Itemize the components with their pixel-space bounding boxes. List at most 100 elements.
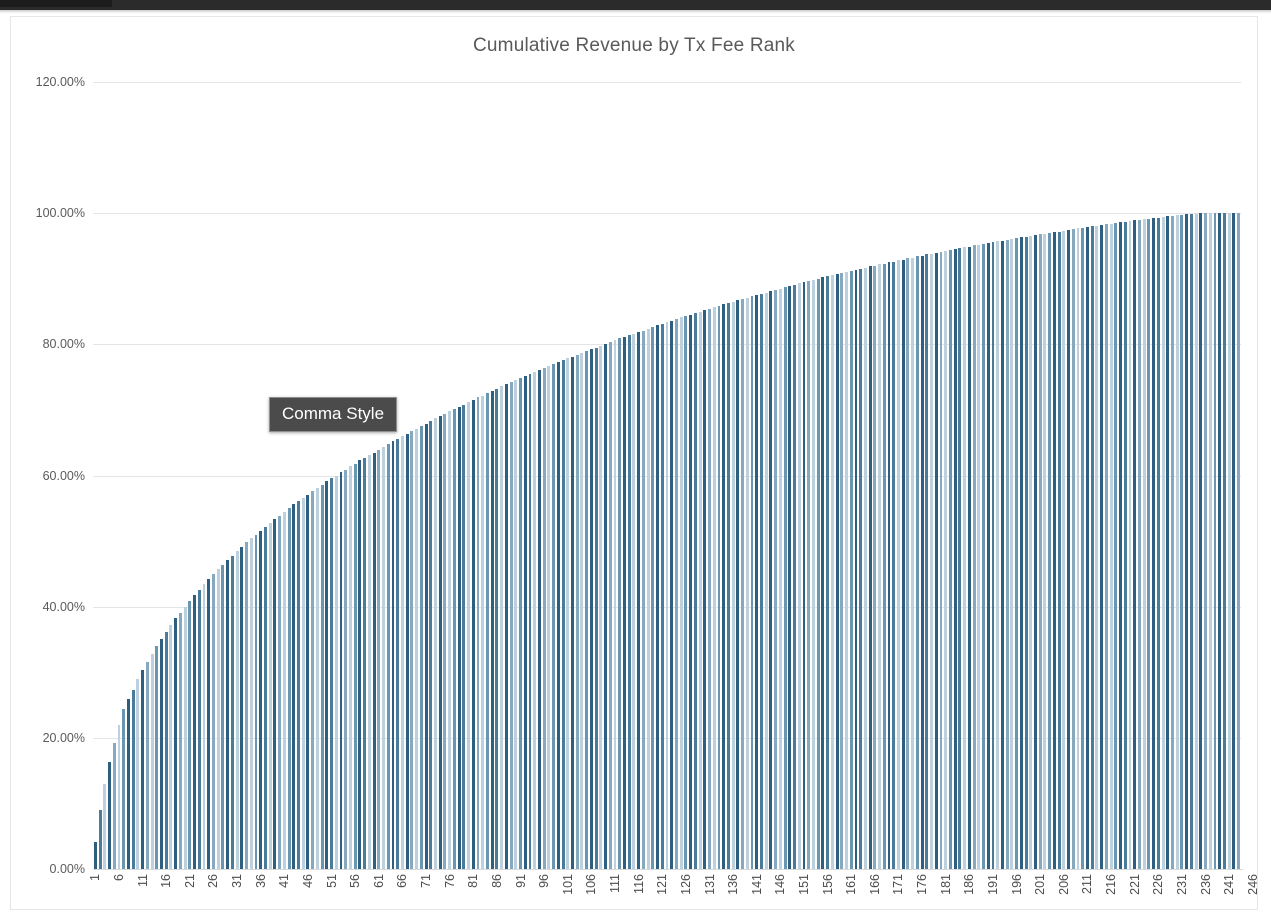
bar[interactable]	[1137, 219, 1141, 869]
bar[interactable]	[344, 469, 348, 869]
bar[interactable]	[849, 270, 853, 869]
bar[interactable]	[660, 324, 664, 869]
bar[interactable]	[816, 278, 820, 869]
bar[interactable]	[297, 501, 300, 869]
bar[interactable]	[240, 547, 244, 869]
bar[interactable]	[382, 446, 385, 869]
bar[interactable]	[958, 247, 962, 869]
bar[interactable]	[811, 280, 815, 869]
bar[interactable]	[613, 340, 617, 869]
bar[interactable]	[386, 444, 390, 869]
bar[interactable]	[589, 348, 593, 869]
bar[interactable]	[1223, 213, 1226, 869]
bar[interactable]	[126, 699, 130, 869]
bar[interactable]	[1147, 219, 1151, 869]
bar[interactable]	[429, 421, 433, 869]
bar[interactable]	[405, 433, 409, 869]
bar[interactable]	[594, 347, 598, 869]
bar[interactable]	[400, 436, 404, 869]
bar[interactable]	[377, 449, 381, 869]
bar[interactable]	[537, 369, 541, 869]
bar[interactable]	[1081, 227, 1085, 869]
bar[interactable]	[1156, 217, 1160, 869]
bar[interactable]	[415, 428, 419, 869]
bar[interactable]	[793, 284, 796, 869]
bar[interactable]	[481, 395, 485, 869]
bar[interactable]	[760, 293, 763, 869]
bar[interactable]	[1005, 240, 1009, 869]
bar[interactable]	[112, 743, 116, 869]
bar[interactable]	[906, 258, 910, 869]
bar[interactable]	[1085, 226, 1089, 869]
bar[interactable]	[802, 282, 806, 869]
bar[interactable]	[1048, 232, 1052, 869]
bar[interactable]	[1189, 213, 1193, 869]
bar[interactable]	[703, 310, 707, 869]
bar[interactable]	[1010, 238, 1014, 869]
bar[interactable]	[169, 625, 173, 869]
bar[interactable]	[245, 542, 248, 869]
bar[interactable]	[141, 670, 145, 869]
bar[interactable]	[830, 275, 834, 869]
bar[interactable]	[1062, 230, 1066, 869]
bar[interactable]	[1133, 220, 1137, 869]
bar[interactable]	[726, 303, 730, 869]
app-window-tab[interactable]	[0, 0, 112, 7]
bar[interactable]	[1237, 213, 1241, 869]
bar[interactable]	[1000, 240, 1004, 869]
bar[interactable]	[391, 441, 395, 869]
bar[interactable]	[627, 335, 631, 869]
bar[interactable]	[230, 555, 234, 869]
bar[interactable]	[637, 331, 641, 869]
bar[interactable]	[1152, 218, 1156, 869]
bar[interactable]	[982, 244, 985, 869]
bar[interactable]	[561, 360, 565, 869]
bar[interactable]	[212, 573, 215, 869]
bar[interactable]	[698, 311, 702, 869]
bar[interactable]	[604, 343, 608, 869]
bar[interactable]	[122, 708, 126, 869]
bar[interactable]	[915, 256, 919, 869]
bar[interactable]	[452, 409, 456, 869]
bar[interactable]	[632, 333, 636, 869]
bar[interactable]	[1227, 213, 1231, 869]
bar[interactable]	[821, 277, 825, 869]
bar[interactable]	[145, 661, 149, 869]
bar[interactable]	[1052, 232, 1056, 869]
bar[interactable]	[769, 291, 773, 869]
bar[interactable]	[580, 352, 584, 869]
bar[interactable]	[731, 301, 735, 869]
bar[interactable]	[523, 375, 527, 869]
bar[interactable]	[504, 384, 508, 869]
bar[interactable]	[566, 358, 570, 869]
bar[interactable]	[434, 418, 437, 869]
bar[interactable]	[651, 327, 655, 869]
bar[interactable]	[641, 330, 645, 869]
bar[interactable]	[334, 475, 338, 869]
bar[interactable]	[920, 255, 924, 869]
bar[interactable]	[623, 337, 626, 869]
bar[interactable]	[788, 285, 792, 869]
bar[interactable]	[306, 494, 310, 869]
bar[interactable]	[930, 253, 934, 869]
bar[interactable]	[1057, 231, 1061, 869]
bar[interactable]	[1043, 233, 1047, 869]
bar[interactable]	[859, 268, 863, 869]
bar[interactable]	[1019, 237, 1023, 869]
bar[interactable]	[967, 246, 971, 869]
bar[interactable]	[457, 406, 461, 869]
bar[interactable]	[778, 288, 782, 869]
bar[interactable]	[826, 276, 830, 869]
bar[interactable]	[1123, 221, 1127, 869]
bar[interactable]	[1104, 224, 1108, 869]
bar[interactable]	[939, 251, 943, 869]
bar[interactable]	[1208, 213, 1212, 869]
bar[interactable]	[438, 416, 442, 869]
bar[interactable]	[292, 504, 296, 869]
bar[interactable]	[901, 259, 905, 869]
bar[interactable]	[410, 430, 414, 869]
bar[interactable]	[783, 287, 787, 869]
bar[interactable]	[991, 242, 995, 869]
bar[interactable]	[1213, 213, 1217, 869]
bar[interactable]	[840, 272, 844, 869]
